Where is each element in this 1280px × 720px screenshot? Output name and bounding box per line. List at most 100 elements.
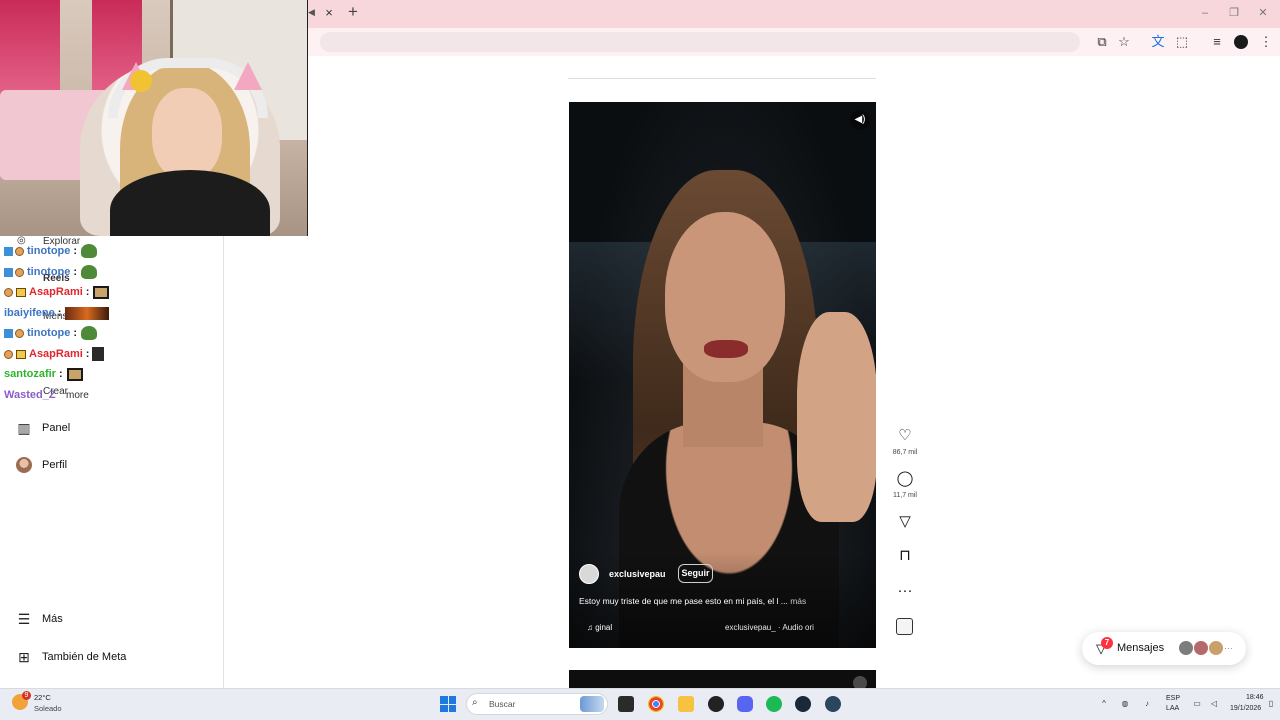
share-icon[interactable]: ▽ — [895, 512, 915, 532]
grid-icon: ⊞ — [18, 648, 30, 665]
search-highlight-image — [580, 696, 604, 712]
chat-username: AsapRami — [29, 286, 83, 298]
chat-emote — [81, 265, 98, 279]
display-icon[interactable]: ▭ — [1192, 699, 1202, 709]
weather-temp: 22°C — [34, 693, 51, 702]
chat-username: AsapRami — [29, 348, 83, 360]
messages-badge: 7 — [1101, 637, 1113, 649]
like-count: 86,7 mil — [892, 449, 918, 456]
sidebar-item-panel[interactable]: ▥ Panel — [14, 416, 214, 440]
reel-author-avatar[interactable] — [579, 564, 599, 584]
sidebar-item-label: Panel — [42, 422, 71, 434]
weather-desc: Soleado — [34, 704, 62, 713]
avatar — [1193, 640, 1209, 656]
more-options-icon[interactable]: ··· — [895, 581, 915, 601]
chat-message: tinotope : — [4, 325, 98, 341]
avatar — [1178, 640, 1194, 656]
chat-message: AsapRami : — [4, 346, 105, 362]
save-icon[interactable]: ⊓ — [895, 546, 915, 566]
bookmark-star-icon[interactable]: ☆ — [1116, 34, 1132, 50]
discord-icon[interactable] — [737, 696, 753, 712]
like-icon[interactable]: ♡ — [895, 426, 915, 446]
chat-emote — [81, 244, 98, 258]
tab-close-button[interactable]: × — [322, 6, 336, 20]
reel-audio-source[interactable]: exclusivepau_ · Audio ori — [725, 623, 814, 632]
reel-username[interactable]: exclusivepau — [609, 569, 666, 579]
comment-icon[interactable]: ◯ — [895, 469, 915, 489]
webcam-overlay — [0, 0, 308, 236]
more-dots-icon: ··· — [1224, 643, 1233, 653]
obs-icon[interactable] — [708, 696, 724, 712]
language-top[interactable]: ESP — [1166, 695, 1180, 702]
avatar — [16, 457, 32, 473]
new-tab-button[interactable]: + — [346, 3, 360, 20]
volume-icon[interactable]: ◁ — [1209, 699, 1219, 709]
more-menu-icon[interactable]: ⋮ — [1258, 34, 1274, 50]
feed-top-divider — [568, 78, 876, 79]
reel-caption: Estoy muy triste de que me pase esto en … — [579, 596, 869, 606]
audio-avatar-icon[interactable] — [896, 618, 913, 635]
language-bottom[interactable]: LAA — [1166, 705, 1179, 712]
reel-audio-label[interactable]: ♫ ginal — [587, 623, 612, 632]
chat-emote — [93, 285, 110, 299]
clock-time[interactable]: 18:46 — [1246, 694, 1264, 701]
file-explorer-icon[interactable] — [678, 696, 694, 712]
chat-emote — [65, 306, 110, 320]
steam-icon-2[interactable] — [825, 696, 841, 712]
avatar — [1208, 640, 1224, 656]
address-bar[interactable] — [320, 32, 1080, 52]
chrome-icon[interactable] — [648, 696, 664, 712]
chat-username: tinotope — [27, 327, 71, 339]
profile-avatar[interactable] — [1234, 35, 1248, 49]
chart-icon: ▥ — [17, 419, 31, 436]
chat-message: AsapRami : — [4, 284, 110, 300]
chat-username: tinotope — [27, 266, 71, 278]
clock-date[interactable]: 19/1/2026 — [1230, 705, 1261, 712]
extensions-icon[interactable]: ⬚ — [1174, 34, 1190, 50]
screen: ◀ × + – ❐ ✕ ⧉ ☆ 文 ⬚ ≡ ⋮ ▥ Panel Perfil ☰… — [0, 0, 1280, 720]
chat-message: tinotope : — [4, 264, 98, 280]
close-window-icon[interactable]: ✕ — [1256, 6, 1270, 20]
search-icon: ⌕ — [472, 697, 478, 708]
sound-icon[interactable]: ◀) — [850, 110, 870, 130]
sidebar-item-label: Perfil — [42, 459, 68, 471]
restore-icon[interactable]: ❐ — [1227, 6, 1241, 20]
taskbar — [0, 688, 1280, 720]
chat-emote — [92, 347, 105, 361]
chat-username: ibaiyifene — [4, 307, 55, 319]
search-placeholder: Buscar — [489, 699, 516, 709]
microphone-icon[interactable]: ♪ — [1142, 699, 1152, 709]
sidebar-item-mas[interactable]: ☰ Más — [14, 607, 214, 631]
weather-badge: 9 — [22, 691, 31, 700]
minimize-icon[interactable]: – — [1198, 6, 1212, 20]
more-link[interactable]: más — [790, 596, 806, 606]
sidebar-item-perfil[interactable]: Perfil — [14, 453, 214, 477]
follow-button[interactable]: Seguir — [678, 564, 713, 583]
messages-label: Mensajes — [1117, 642, 1165, 654]
task-view-icon[interactable] — [618, 696, 634, 712]
chat-emote — [66, 367, 83, 381]
chat-message: santozafir : — [4, 366, 83, 382]
reel-caption-text: Estoy muy triste de que me pase esto en … — [579, 596, 788, 606]
chat-message: ibaiyifene : — [4, 305, 110, 321]
chat-username: tinotope — [27, 245, 71, 257]
install-app-icon[interactable]: ⧉ — [1094, 34, 1110, 50]
network-icon[interactable]: ◍ — [1120, 699, 1130, 709]
tab-audio-icon[interactable]: ◀ — [308, 7, 318, 17]
translate-icon[interactable]: 文 — [1150, 34, 1166, 50]
sidebar-item-meta[interactable]: ⊞ También de Meta — [14, 645, 214, 669]
chat-message: Wasted_Z — [4, 387, 56, 403]
reel-video[interactable]: ◀) exclusivepau Seguir Estoy muy triste … — [569, 102, 876, 648]
sidebar-item-label: Más — [42, 613, 63, 625]
spotify-icon[interactable] — [766, 696, 782, 712]
start-button[interactable] — [440, 696, 456, 712]
sidebar-item-label: También de Meta — [42, 651, 127, 663]
chat-username: Wasted_Z — [4, 389, 56, 401]
chevron-up-icon[interactable]: ^ — [1099, 699, 1109, 709]
media-controls-icon[interactable]: ≡ — [1209, 34, 1225, 50]
next-reel-preview[interactable] — [569, 670, 876, 688]
menu-icon: ☰ — [17, 610, 31, 627]
notifications-icon[interactable]: ▯ — [1266, 699, 1276, 709]
steam-icon[interactable] — [795, 696, 811, 712]
chat-emote — [81, 326, 98, 340]
